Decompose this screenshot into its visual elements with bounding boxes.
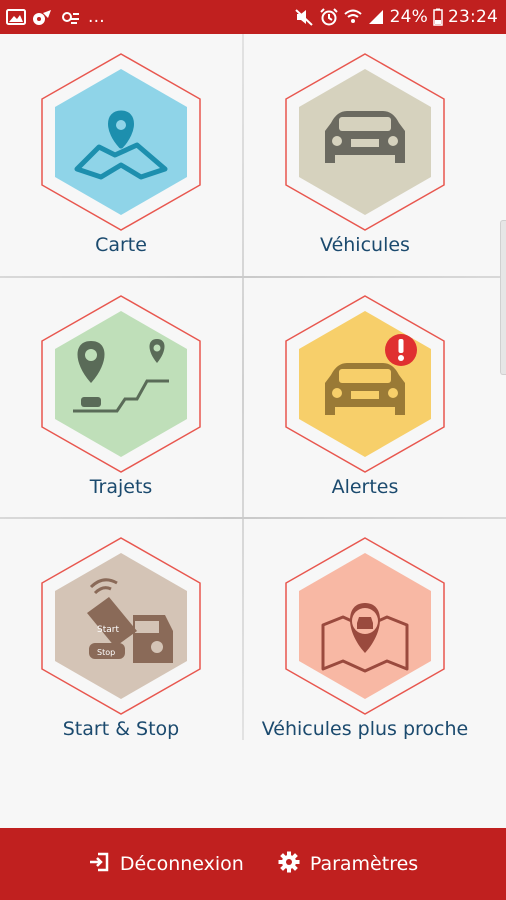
start-stop-hexagon: Start Stop — [41, 537, 201, 715]
vehicules-label: Véhicules — [320, 234, 410, 256]
alert-badge-icon — [385, 334, 417, 366]
status-bar: ... 24% 23:24 — [0, 0, 506, 34]
start-stop-label: Start & Stop — [62, 718, 180, 740]
overflow-indicator: ... — [88, 7, 105, 27]
mute-icon — [294, 8, 314, 26]
menu-tile-trajets[interactable]: Trajets — [0, 276, 242, 517]
alertes-label: Alertes — [331, 476, 399, 498]
trajets-label: Trajets — [89, 476, 153, 498]
menu-tile-vehicules-plus-proche[interactable]: Véhicules plus proche — [244, 518, 486, 759]
alertes-hexagon — [285, 295, 445, 473]
menu-tile-start-stop[interactable]: Start Stop Start & Stop — [0, 518, 242, 759]
cloud-icon — [60, 8, 82, 26]
gear-icon — [278, 851, 300, 878]
vehicules-plus-proche-hexagon — [285, 537, 445, 715]
logout-icon — [88, 851, 110, 878]
vehicules-plus-proche-label: Véhicules plus proche — [261, 718, 469, 740]
menu-tile-vehicules[interactable]: Véhicules — [244, 34, 486, 275]
logout-button[interactable]: Déconnexion — [88, 851, 244, 878]
status-bar-right: 24% 23:24 — [294, 7, 498, 27]
menu-grid: Carte Véhicules Trajets Alertes Start St… — [0, 34, 506, 758]
grid-horizontal-divider-1 — [0, 276, 506, 278]
trajets-hexagon — [41, 295, 201, 473]
grid-horizontal-divider-2 — [0, 517, 506, 519]
carte-hexagon — [41, 53, 201, 231]
vehicules-hexagon — [285, 53, 445, 231]
edge-panel-handle[interactable] — [500, 220, 506, 375]
wifi-icon — [343, 8, 362, 26]
app-icon — [32, 8, 54, 26]
menu-tile-alertes[interactable]: Alertes — [244, 276, 486, 517]
settings-button[interactable]: Paramètres — [278, 851, 418, 878]
menu-tile-carte[interactable]: Carte — [0, 34, 242, 275]
carte-label: Carte — [95, 234, 147, 256]
settings-label: Paramètres — [309, 853, 419, 875]
battery-percent: 24% — [389, 7, 428, 27]
signal-icon — [367, 8, 385, 26]
grid-vertical-divider — [242, 34, 244, 740]
logout-label: Déconnexion — [119, 853, 244, 875]
image-icon — [6, 8, 26, 26]
status-bar-left: ... — [6, 7, 105, 27]
svg-text:Start: Start — [97, 625, 119, 635]
bottom-bar: Déconnexion Paramètres — [0, 828, 506, 900]
alarm-icon — [319, 8, 339, 26]
clock: 23:24 — [448, 7, 498, 27]
battery-icon — [433, 8, 443, 26]
svg-text:Stop: Stop — [97, 648, 115, 657]
